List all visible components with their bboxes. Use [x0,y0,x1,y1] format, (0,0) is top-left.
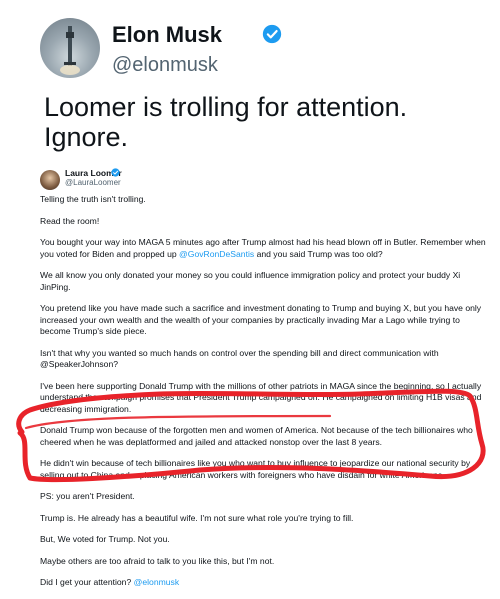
paragraph: Did I get your attention? @elonmusk [40,577,490,589]
paragraph: You bought your way into MAGA 5 minutes … [40,237,490,260]
paragraph-text: and you said Trump was too old? [256,248,383,259]
quoted-handle[interactable]: @LauraLoomer [65,178,121,187]
quoted-body: Telling the truth isn't trolling. Read t… [40,194,490,599]
paragraph: Trump is. He already has a beautiful wif… [40,512,354,523]
paragraph: He didn't win because of tech billionair… [40,458,471,480]
display-name[interactable]: Elon Musk [112,22,222,48]
paragraph: Maybe others are too afraid to talk to y… [40,555,275,566]
avatar[interactable] [40,18,100,78]
paragraph: But, We voted for Trump. Not you. [40,534,170,544]
paragraph-text: Did I get your attention? [40,577,132,587]
quoted-avatar[interactable] [40,170,60,190]
verified-badge-icon [262,24,282,44]
post-header: Elon Musk @elonmusk [40,18,500,88]
post-text: Loomer is trolling for attention. Ignore… [44,92,408,152]
rocket-image [60,26,80,75]
paragraph: Telling the truth isn't trolling. [40,194,146,204]
paragraph: Donald Trump won because of the forgotte… [40,425,473,447]
mention-link[interactable]: @elonmusk [134,577,180,587]
mention-link[interactable]: @GovRonDeSantis [179,249,254,259]
paragraph: Read the room! [40,215,100,226]
paragraph: PS: you aren't President. [40,491,135,501]
verified-badge-icon [111,168,120,177]
user-handle[interactable]: @elonmusk [112,54,218,77]
paragraph: You pretend like you have made such a sa… [40,303,482,336]
paragraph: We all know you only donated your money … [40,270,461,292]
paragraph: I've been here supporting Donald Trump w… [40,380,482,414]
paragraph: Isn't that why you wanted so much hands … [40,347,439,370]
